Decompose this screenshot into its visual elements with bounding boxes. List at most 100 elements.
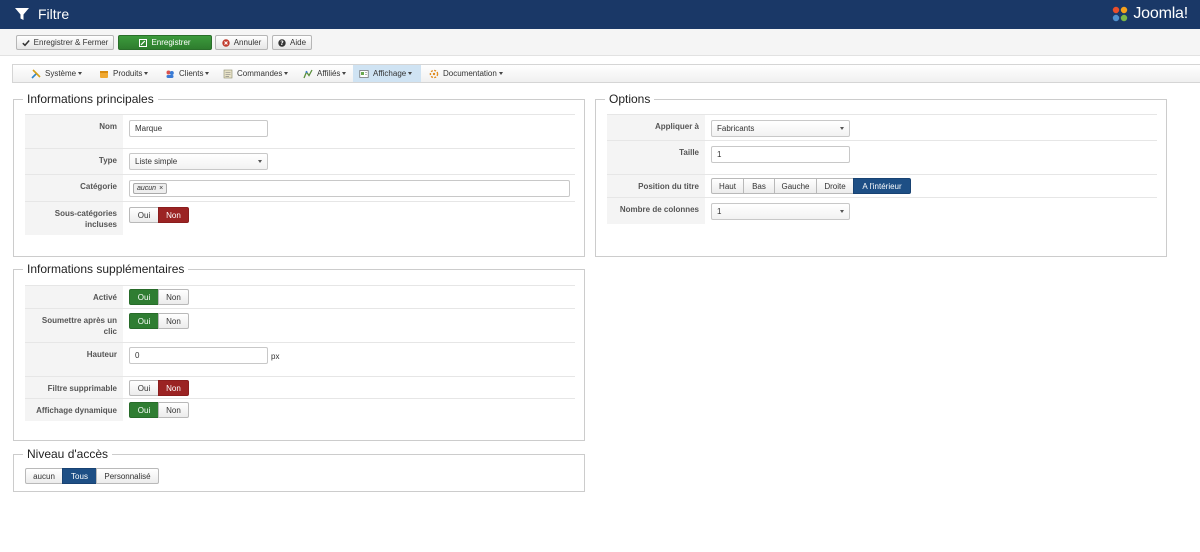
chevron-down-icon xyxy=(840,127,844,130)
size-row: Taille 1 xyxy=(607,140,1157,174)
access-level-fieldset: Niveau d'accès aucun Tous Personnalisé xyxy=(13,447,585,492)
name-input-value: Marque xyxy=(135,124,163,133)
type-select[interactable]: Liste simple xyxy=(129,153,268,170)
active-label: Activé xyxy=(25,286,123,308)
access-option-none[interactable]: aucun xyxy=(25,468,63,484)
menu-label-affilies: Affiliés xyxy=(317,69,341,78)
removable-toggle: Oui Non xyxy=(129,380,189,396)
cancel-icon xyxy=(222,38,230,47)
affiliates-icon xyxy=(303,69,313,78)
columns-select[interactable]: 1 xyxy=(711,203,850,220)
active-yes-button[interactable]: Oui xyxy=(129,289,159,305)
documentation-icon xyxy=(429,69,439,78)
menu-item-affichage[interactable]: Affichage xyxy=(353,65,421,82)
orders-icon xyxy=(223,69,233,78)
chevron-down-icon xyxy=(840,210,844,213)
size-input-value: 1 xyxy=(717,150,722,159)
access-option-custom[interactable]: Personnalisé xyxy=(96,468,159,484)
chevron-down-icon xyxy=(205,72,210,75)
removable-yes-button[interactable]: Oui xyxy=(129,380,159,396)
chevron-down-icon xyxy=(258,160,262,163)
menu-item-produits[interactable]: Produits xyxy=(93,65,154,82)
chevron-down-icon xyxy=(144,72,149,75)
apply-to-row: Appliquer à Fabricants xyxy=(607,114,1157,140)
columns-select-value: 1 xyxy=(717,207,722,216)
dynamic-display-no-button[interactable]: Non xyxy=(158,402,189,418)
apply-to-select[interactable]: Fabricants xyxy=(711,120,850,137)
menu-item-affilies[interactable]: Affiliés xyxy=(297,65,352,82)
help-icon: ? xyxy=(278,38,286,47)
removable-no-button[interactable]: Non xyxy=(158,380,189,396)
chevron-down-icon xyxy=(78,72,83,75)
filter-icon xyxy=(15,8,29,20)
options-legend: Options xyxy=(605,92,655,106)
category-label: Catégorie xyxy=(25,175,123,201)
apply-to-label: Appliquer à xyxy=(607,115,705,140)
submit-on-click-row: Soumettre après un clic Oui Non xyxy=(25,308,575,342)
title-position-bottom-button[interactable]: Bas xyxy=(743,178,775,194)
access-option-all[interactable]: Tous xyxy=(62,468,97,484)
name-input[interactable]: Marque xyxy=(129,120,268,137)
submit-on-click-toggle: Oui Non xyxy=(129,313,189,329)
dynamic-display-yes-button[interactable]: Oui xyxy=(129,402,159,418)
chevron-down-icon xyxy=(498,72,503,75)
dynamic-display-toggle: Oui Non xyxy=(129,402,189,418)
menu-item-commandes[interactable]: Commandes xyxy=(217,65,294,82)
extra-info-legend: Informations supplémentaires xyxy=(23,262,189,276)
menu-label-commandes: Commandes xyxy=(237,69,283,78)
cancel-label: Annuler xyxy=(233,38,262,47)
toolbar: Enregistrer & Fermer Enregistrer Annuler… xyxy=(0,29,1200,56)
height-unit: px xyxy=(271,352,280,361)
size-input[interactable]: 1 xyxy=(711,146,850,163)
removable-row: Filtre supprimable Oui Non xyxy=(25,376,575,398)
products-icon xyxy=(100,70,108,78)
menu-item-documentation[interactable]: Documentation xyxy=(423,65,509,82)
close-icon[interactable]: × xyxy=(159,185,163,192)
page-title: Filtre xyxy=(38,6,70,22)
menu-label-documentation: Documentation xyxy=(443,69,497,78)
menu-item-clients[interactable]: Clients xyxy=(159,65,215,82)
subcategories-no-button[interactable]: Non xyxy=(158,207,189,223)
display-icon xyxy=(359,69,369,78)
main-info-fieldset: Informations principales Nom Marque Type… xyxy=(13,92,585,257)
submit-on-click-yes-button[interactable]: Oui xyxy=(129,313,159,329)
menu-label-affichage: Affichage xyxy=(373,69,407,78)
category-multiselect[interactable]: aucun × xyxy=(129,180,570,197)
category-row: Catégorie aucun × xyxy=(25,174,575,201)
subcategories-row: Sous-catégories incluses Oui Non xyxy=(25,201,575,235)
title-position-right-button[interactable]: Droite xyxy=(816,178,854,194)
top-header: Filtre Joomla! xyxy=(0,0,1200,29)
subcategories-yes-button[interactable]: Oui xyxy=(129,207,159,223)
edit-icon xyxy=(139,38,148,47)
active-row: Activé Oui Non xyxy=(25,285,575,308)
columns-label: Nombre de colonnes xyxy=(607,198,705,224)
cancel-button[interactable]: Annuler xyxy=(215,35,268,50)
title-position-top-button[interactable]: Haut xyxy=(711,178,744,194)
title-position-left-button[interactable]: Gauche xyxy=(774,178,817,194)
dynamic-display-label: Affichage dynamique xyxy=(25,399,123,421)
height-input[interactable]: 0 xyxy=(129,347,268,364)
height-row: Hauteur 0 px xyxy=(25,342,575,376)
customers-icon xyxy=(166,70,174,78)
title-position-row: Position du titre Haut Bas Gauche Droite… xyxy=(607,174,1157,197)
help-button[interactable]: ? Aide xyxy=(272,35,312,50)
category-tag[interactable]: aucun × xyxy=(133,183,168,194)
save-button[interactable]: Enregistrer xyxy=(118,35,212,50)
joomla-logo-icon xyxy=(1113,6,1128,22)
options-fieldset: Options Appliquer à Fabricants Taille 1 … xyxy=(595,92,1167,257)
menu-item-systeme[interactable]: Système xyxy=(25,65,88,82)
joomla-logo-text: Joomla! xyxy=(1133,5,1188,22)
submit-on-click-no-button[interactable]: Non xyxy=(158,313,189,329)
name-label: Nom xyxy=(25,115,123,148)
joomla-logo[interactable]: Joomla! xyxy=(1110,3,1188,25)
extra-info-fieldset: Informations supplémentaires Activé Oui … xyxy=(13,262,585,441)
save-close-label: Enregistrer & Fermer xyxy=(33,38,109,47)
dynamic-display-row: Affichage dynamique Oui Non xyxy=(25,398,575,421)
title-position-inside-button[interactable]: A l'intérieur xyxy=(853,178,911,194)
subcategories-toggle: Oui Non xyxy=(129,207,189,223)
type-row: Type Liste simple xyxy=(25,148,575,174)
columns-row: Nombre de colonnes 1 xyxy=(607,197,1157,224)
active-toggle: Oui Non xyxy=(129,289,189,305)
active-no-button[interactable]: Non xyxy=(158,289,189,305)
save-close-button[interactable]: Enregistrer & Fermer xyxy=(16,35,114,50)
